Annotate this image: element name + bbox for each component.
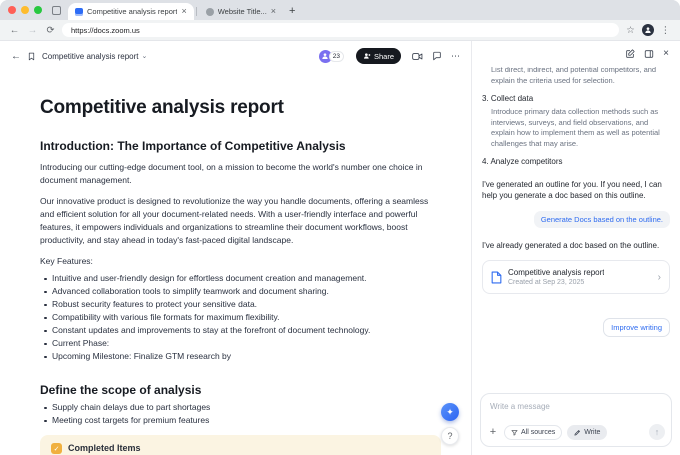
tab-overview-icon[interactable] — [52, 6, 61, 15]
person-icon — [644, 26, 652, 34]
feature-item: Advanced collaboration tools to simplify… — [40, 285, 441, 298]
tab-title: Competitive analysis report — [87, 7, 177, 16]
message-input[interactable]: Write a message — [481, 394, 671, 411]
scope-list: Supply chain delays due to part shortage… — [40, 401, 441, 427]
outline-item-text: Introduce primary data collection method… — [491, 107, 670, 149]
new-chat-icon[interactable] — [625, 49, 635, 59]
doc-title-heading: Competitive analysis report — [40, 97, 441, 119]
forward-icon: → — [26, 25, 39, 36]
scope-item: Meeting cost targets for premium feature… — [40, 414, 441, 427]
assistant-message: I've generated an outline for you. If yo… — [482, 179, 670, 201]
improve-writing-button[interactable]: Improve writing — [603, 318, 670, 337]
tab-close-icon[interactable]: × — [271, 7, 276, 16]
attach-plus-icon[interactable]: + — [487, 426, 499, 438]
help-button[interactable]: ? — [441, 427, 459, 445]
collaborators[interactable]: 23 — [319, 50, 344, 63]
completed-items-icon: ✓ — [51, 443, 62, 454]
tab-title: Website Title... — [218, 7, 267, 16]
doc-title-dropdown[interactable]: Competitive analysis report ⌄ — [42, 52, 147, 61]
outline-item-title: 4. Analyze competitors — [482, 157, 670, 167]
browser-tab-inactive[interactable]: Website Title... × — [199, 3, 283, 20]
all-sources-filter[interactable]: All sources — [504, 425, 562, 440]
feature-item: Robust security features to protect your… — [40, 298, 441, 311]
docs-favicon-icon — [75, 8, 83, 16]
close-panel-icon[interactable]: × — [663, 49, 669, 59]
url-text: https://docs.zoom.us — [71, 26, 140, 35]
intro-paragraph: Our innovative product is designed to re… — [40, 195, 441, 247]
person-add-icon — [363, 52, 371, 60]
tab-strip: Competitive analysis report × Website Ti… — [0, 0, 680, 20]
chevron-down-icon: ⌄ — [141, 52, 147, 60]
address-bar[interactable]: https://docs.zoom.us — [62, 23, 619, 37]
reload-icon[interactable]: ⟳ — [44, 25, 57, 36]
collaborator-count-badge: 23 — [329, 51, 344, 62]
share-button[interactable]: Share — [356, 48, 401, 64]
new-tab-button[interactable]: + — [289, 5, 295, 17]
doc-card-title: Competitive analysis report — [508, 268, 604, 277]
feature-item: Current Phase: — [40, 337, 441, 350]
ai-assistant-panel: × List direct, indirect, and potential c… — [472, 41, 680, 455]
doc-card-texts: Competitive analysis report Created at S… — [508, 268, 604, 286]
doc-back-icon[interactable]: ← — [11, 51, 21, 62]
globe-favicon-icon — [206, 8, 214, 16]
write-mode-chip[interactable]: Write — [567, 425, 607, 440]
zoom-window-button[interactable] — [34, 6, 42, 14]
send-message-button[interactable]: ↑ — [649, 424, 665, 440]
features-label: Key Features: — [40, 255, 441, 268]
pencil-icon — [574, 429, 581, 436]
document-icon — [491, 271, 502, 284]
bookmark-star-icon[interactable]: ☆ — [624, 25, 637, 36]
browser-tab-active[interactable]: Competitive analysis report × — [68, 3, 194, 20]
generate-docs-button[interactable]: Generate Docs based on the outline. — [534, 211, 670, 228]
close-window-button[interactable] — [8, 6, 16, 14]
chevron-right-icon: › — [658, 272, 661, 283]
tab-divider — [196, 7, 197, 16]
minimize-window-button[interactable] — [21, 6, 29, 14]
browser-toolbar: ← → ⟳ https://docs.zoom.us ☆ ⋮ — [0, 20, 680, 41]
feature-item: Compatibility with various file formats … — [40, 311, 441, 324]
intro-paragraph: Introducing our cutting-edge document to… — [40, 161, 441, 187]
browser-window: Competitive analysis report × Website Ti… — [0, 0, 680, 455]
message-composer[interactable]: Write a message + All sources Write ↑ — [480, 393, 672, 447]
document-canvas[interactable]: Competitive analysis report Introduction… — [0, 71, 471, 455]
ai-companion-button[interactable]: ✦ — [441, 403, 459, 421]
collapse-panel-icon[interactable] — [644, 49, 654, 59]
generated-doc-card[interactable]: Competitive analysis report Created at S… — [482, 260, 670, 294]
doc-card-subtitle: Created at Sep 23, 2025 — [508, 279, 604, 286]
outline-item-title: 3. Collect data — [482, 94, 670, 104]
video-call-icon[interactable] — [412, 52, 423, 61]
bookmark-icon[interactable] — [27, 52, 36, 61]
browser-profile-avatar[interactable] — [642, 24, 654, 36]
window-controls — [8, 0, 42, 20]
panel-header: × — [472, 41, 680, 67]
back-icon[interactable]: ← — [8, 25, 21, 36]
zoom-docs-app: ← Competitive analysis report ⌄ 23 Share — [0, 41, 680, 455]
feature-item: Constant updates and improvements to sta… — [40, 324, 441, 337]
composer-toolbar: + All sources Write ↑ — [487, 424, 665, 440]
callout-title: Completed Items — [68, 443, 141, 453]
completed-items-callout[interactable]: ✓ Completed Items — [40, 435, 441, 455]
funnel-icon — [511, 429, 518, 436]
feature-item: Intuitive and user-friendly design for e… — [40, 272, 441, 285]
document-column: ← Competitive analysis report ⌄ 23 Share — [0, 41, 472, 455]
assistant-message: I've already generated a doc based on th… — [482, 240, 670, 251]
document-header: ← Competitive analysis report ⌄ 23 Share — [0, 41, 471, 71]
features-list: Intuitive and user-friendly design for e… — [40, 272, 441, 363]
scope-item: Supply chain delays due to part shortage… — [40, 401, 441, 414]
tab-close-icon[interactable]: × — [181, 7, 186, 16]
comments-icon[interactable] — [432, 51, 442, 61]
intro-heading: Introduction: The Importance of Competit… — [40, 139, 441, 153]
chat-history[interactable]: List direct, indirect, and potential com… — [472, 67, 680, 389]
outline-item-text: List direct, indirect, and potential com… — [491, 67, 670, 86]
browser-menu-icon[interactable]: ⋮ — [659, 25, 672, 36]
scope-heading: Define the scope of analysis — [40, 383, 441, 397]
doc-more-icon[interactable]: ⋯ — [451, 51, 460, 62]
feature-item: Upcoming Milestone: Finalize GTM researc… — [40, 350, 441, 363]
